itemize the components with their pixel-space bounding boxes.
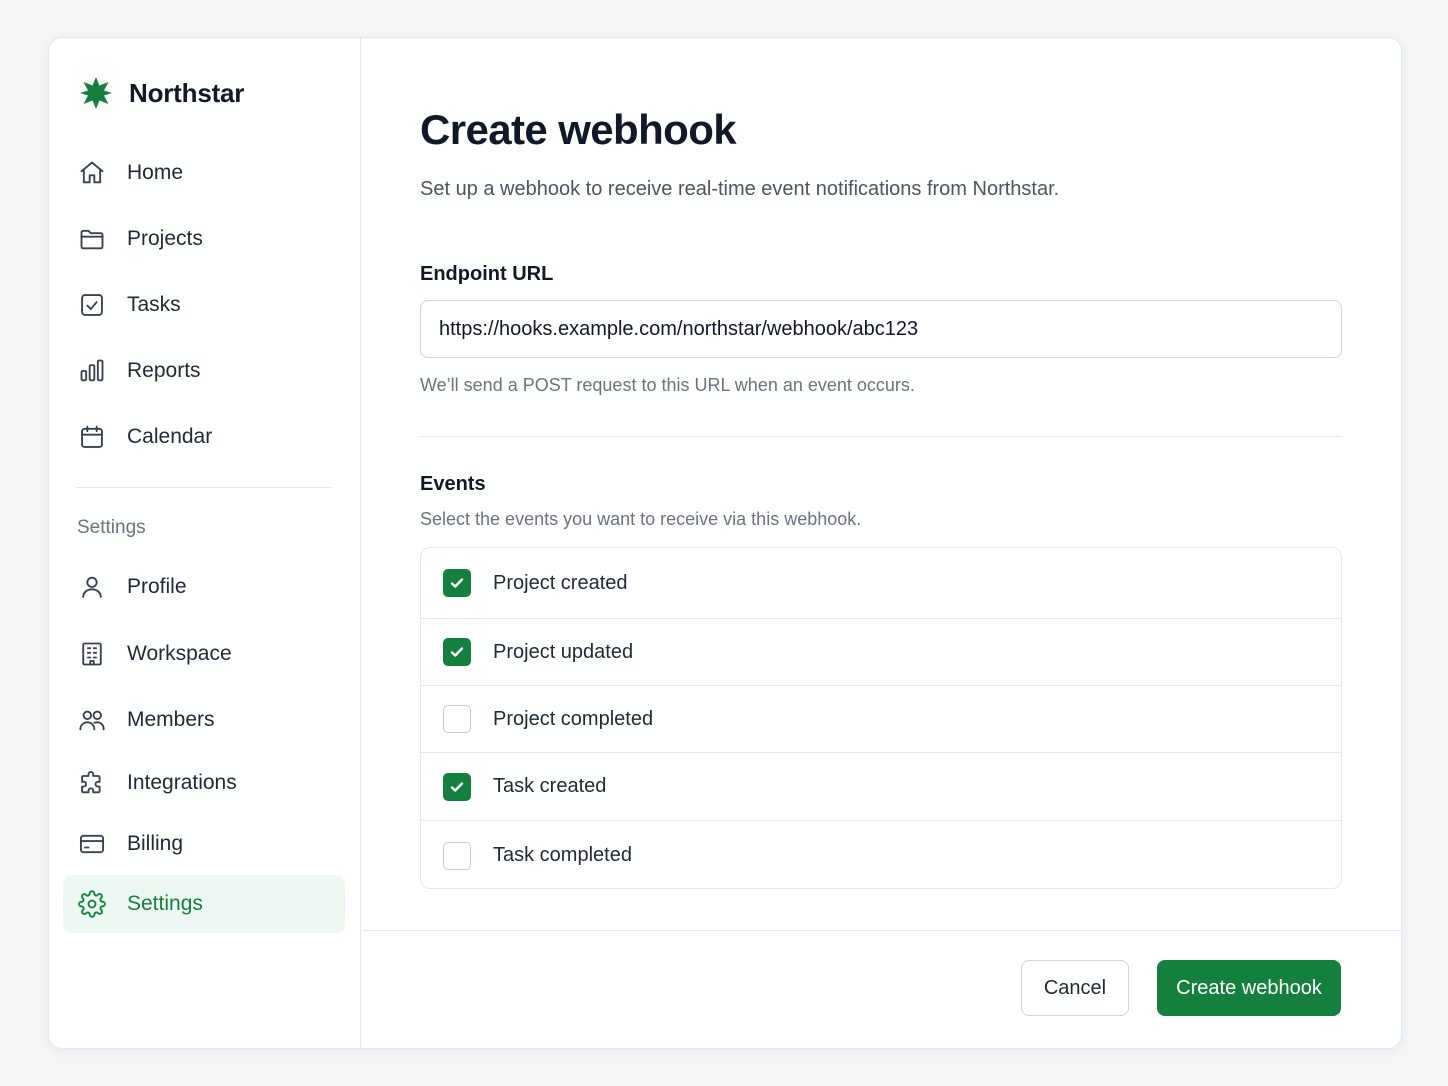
settings-section-label: Settings (77, 517, 146, 538)
section-divider (420, 436, 1342, 437)
event-label: Task completed (493, 844, 632, 866)
event-row-project-updated[interactable]: Project updated (421, 619, 1341, 686)
events-label: Events (420, 473, 486, 495)
sidebar-divider (76, 487, 331, 488)
bar-chart-icon (77, 356, 107, 386)
sidebar-item-label: Tasks (127, 293, 181, 316)
sidebar-item-workspace[interactable]: Workspace (63, 625, 345, 683)
footer-divider (362, 930, 1401, 931)
page-subtitle: Set up a webhook to receive real-time ev… (420, 178, 1060, 200)
puzzle-icon (77, 768, 107, 798)
sidebar-item-label: Integrations (127, 771, 237, 794)
sidebar-item-calendar[interactable]: Calendar (63, 408, 345, 466)
event-row-project-created[interactable]: Project created (421, 548, 1341, 619)
sidebar: Northstar Home Projects Tasks Reports Ca… (49, 38, 361, 1048)
endpoint-url-label: Endpoint URL (420, 263, 554, 285)
event-row-task-created[interactable]: Task created (421, 753, 1341, 821)
sidebar-item-integrations[interactable]: Integrations (63, 754, 345, 812)
checkmark-icon (450, 578, 464, 588)
brand: Northstar (79, 76, 244, 110)
sidebar-item-tasks[interactable]: Tasks (63, 276, 345, 334)
building-icon (77, 639, 107, 669)
sidebar-item-billing[interactable]: Billing (63, 815, 345, 873)
sidebar-item-label: Workspace (127, 642, 232, 665)
credit-card-icon (77, 829, 107, 859)
sidebar-item-label: Profile (127, 575, 187, 598)
home-icon (77, 158, 107, 188)
endpoint-url-input[interactable] (420, 300, 1342, 358)
brand-name: Northstar (129, 77, 245, 108)
checkmark-icon (450, 647, 464, 657)
cancel-button[interactable]: Cancel (1021, 960, 1129, 1016)
page-title: Create webhook (420, 106, 737, 153)
sidebar-item-label: Reports (127, 359, 201, 382)
main-content: Create webhook Set up a webhook to recei… (362, 38, 1401, 1048)
users-icon (77, 705, 107, 735)
user-icon (77, 572, 107, 602)
event-row-project-completed[interactable]: Project completed (421, 686, 1341, 753)
sidebar-item-projects[interactable]: Projects (63, 210, 345, 268)
event-checkbox[interactable] (443, 638, 471, 666)
sidebar-item-label: Members (127, 708, 215, 731)
event-label: Project created (493, 571, 628, 594)
sidebar-item-home[interactable]: Home (63, 144, 345, 202)
event-checkbox[interactable] (443, 772, 471, 801)
sidebar-item-label: Home (127, 161, 184, 184)
calendar-icon (77, 422, 107, 452)
sidebar-item-settings[interactable]: Settings (63, 875, 345, 933)
sidebar-item-reports[interactable]: Reports (63, 342, 345, 400)
events-list: Project created Project updated Project … (420, 547, 1342, 889)
sidebar-item-members[interactable]: Members (63, 691, 345, 749)
checkbox-icon (77, 290, 107, 320)
endpoint-url-help: We’ll send a POST request to this URL wh… (420, 375, 915, 395)
star-burst-icon (80, 77, 112, 109)
event-label: Project completed (493, 707, 654, 730)
event-checkbox[interactable] (443, 705, 471, 733)
checkmark-icon (450, 781, 464, 792)
sidebar-item-profile[interactable]: Profile (63, 558, 345, 616)
sidebar-item-label: Settings (127, 892, 203, 915)
event-row-task-completed[interactable]: Task completed (421, 821, 1341, 888)
event-checkbox[interactable] (443, 841, 471, 870)
app-window: Northstar Home Projects Tasks Reports Ca… (48, 37, 1402, 1049)
sidebar-item-label: Billing (127, 832, 184, 855)
create-webhook-button[interactable]: Create webhook (1157, 960, 1341, 1016)
event-label: Project updated (493, 640, 634, 663)
event-label: Task created (493, 775, 607, 797)
folder-icon (77, 224, 107, 254)
events-help: Select the events you want to receive vi… (420, 509, 862, 529)
event-checkbox[interactable] (443, 569, 471, 597)
sidebar-item-label: Calendar (127, 425, 213, 448)
sidebar-item-label: Projects (127, 227, 203, 250)
gear-icon (77, 889, 107, 919)
